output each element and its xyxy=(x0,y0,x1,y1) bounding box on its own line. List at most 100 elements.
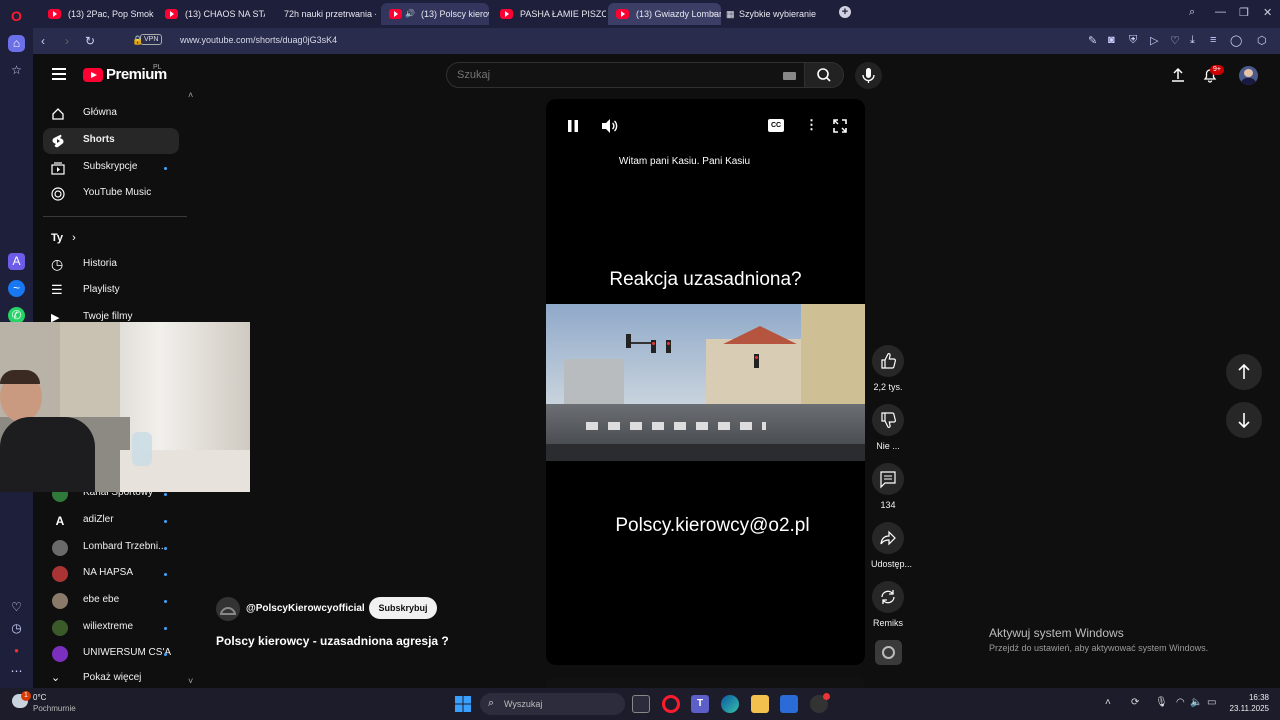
opera-taskbar-icon[interactable] xyxy=(662,695,680,713)
weather-temp[interactable]: 0°C xyxy=(33,693,46,702)
tab-5[interactable]: PASHA ŁAMIE PISZCZEL! 🧯 xyxy=(492,3,606,25)
search-tabs-icon[interactable]: ⌕ xyxy=(1189,6,1195,19)
profile-icon[interactable]: ◯ xyxy=(1230,34,1242,47)
sidebar-item-history[interactable]: ◷ Historia xyxy=(43,252,179,278)
more-icon[interactable]: ⋯ xyxy=(8,663,25,680)
edge-icon[interactable] xyxy=(721,695,739,713)
menu-icon[interactable] xyxy=(52,68,66,80)
avatar[interactable] xyxy=(1239,66,1258,85)
edit-icon[interactable]: ✎ xyxy=(1088,34,1097,47)
app-icon[interactable] xyxy=(810,693,830,713)
sidebar-item-home[interactable]: Główna xyxy=(43,101,179,127)
download-icon[interactable]: ⤓ xyxy=(1190,34,1195,47)
new-content-dot xyxy=(164,493,167,496)
like-button[interactable]: 2,2 tys. xyxy=(871,345,905,392)
file-explorer-icon[interactable] xyxy=(751,695,769,713)
captions-button[interactable]: CC xyxy=(768,119,784,132)
favorite-icon[interactable]: ♡ xyxy=(1170,34,1180,47)
previous-short-button[interactable] xyxy=(1226,354,1262,390)
teams-icon[interactable]: T xyxy=(691,695,709,713)
tab-3[interactable]: 72h nauki przetrwania - cz xyxy=(268,3,376,25)
new-content-dot xyxy=(164,653,167,656)
channel-name[interactable]: @PolscyKierowcyofficial xyxy=(246,603,365,614)
store-icon[interactable] xyxy=(780,695,798,713)
close-window-icon[interactable]: ✕ xyxy=(1263,6,1272,19)
dislike-button[interactable]: Nie ... xyxy=(871,404,905,451)
maximize-icon[interactable]: ❐ xyxy=(1239,6,1249,19)
menu-icon[interactable]: ≡ xyxy=(1210,34,1216,46)
remix-button[interactable]: Remiks xyxy=(871,581,905,628)
volume-button[interactable] xyxy=(601,118,619,139)
clock-date[interactable]: 23.11.2025 xyxy=(1222,704,1269,713)
reload-icon[interactable]: ↻ xyxy=(85,34,95,48)
messenger-icon[interactable]: ~ xyxy=(8,280,25,297)
notifications-button[interactable]: 9+ xyxy=(1202,65,1224,88)
shield-icon[interactable]: ⛨ xyxy=(1129,34,1137,47)
vpn-badge[interactable]: VPN xyxy=(140,34,163,45)
forward-icon[interactable]: › xyxy=(65,34,69,48)
tab-4-active[interactable]: 🔊 (13) Polscy kierowcy - xyxy=(381,3,489,25)
weather-desc[interactable]: Pochmurnie xyxy=(33,704,76,713)
speaker-icon[interactable]: 🔈 xyxy=(1190,697,1202,708)
windows-start-icon[interactable] xyxy=(454,695,472,713)
fullscreen-button[interactable] xyxy=(833,119,847,138)
pause-button[interactable] xyxy=(567,119,579,138)
sidebar-item-channel[interactable]: NA HAPSA xyxy=(43,561,179,587)
new-tab-button[interactable]: + xyxy=(839,6,851,18)
sidebar-item-channel[interactable]: A adiZler xyxy=(43,508,179,534)
subscribe-button[interactable]: Subskrybuj xyxy=(369,597,437,619)
comments-button[interactable]: 134 xyxy=(871,463,905,510)
url-field[interactable]: www.youtube.com/shorts/duag0jG3sK4 xyxy=(180,35,337,45)
history-icon[interactable]: ◷ xyxy=(8,620,25,637)
task-view-icon[interactable] xyxy=(632,695,650,713)
sidebar-item-subscriptions[interactable]: Subskrypcje xyxy=(43,155,179,181)
mic-tray-icon[interactable]: 🎙 xyxy=(1155,697,1168,708)
sidebar-show-more[interactable]: ⌄ Pokaż więcej xyxy=(43,668,179,688)
camera-icon[interactable]: ◙ xyxy=(1108,34,1115,46)
star-icon[interactable]: ☆ xyxy=(8,62,25,79)
taskbar-search[interactable]: ⌕ Wyszukaj xyxy=(480,693,625,715)
tab-speed-dial[interactable]: ▦ Szybkie wybieranie xyxy=(721,3,831,25)
sidebar-item-shorts[interactable]: Shorts xyxy=(43,128,179,154)
channel-avatar[interactable] xyxy=(216,597,240,621)
next-short-button[interactable] xyxy=(1226,402,1262,438)
home-icon[interactable]: ⌂ xyxy=(8,35,25,52)
video-title[interactable]: Polscy kierowcy - uzasadniona agresja ? xyxy=(216,634,449,648)
heart-icon[interactable]: ♡ xyxy=(8,599,25,616)
wifi-icon[interactable]: ◠ xyxy=(1176,697,1185,708)
tab-6[interactable]: (13) Gwiazdy Lombard × xyxy=(608,3,721,25)
create-button[interactable] xyxy=(1170,67,1186,88)
tab-2[interactable]: (13) CHAOS NA STARCIE, N xyxy=(157,3,265,25)
sidebar-item-channel[interactable]: wiliextreme xyxy=(43,615,179,641)
keyboard-icon[interactable] xyxy=(783,72,796,80)
search-button[interactable] xyxy=(804,62,844,88)
show-hidden-icons[interactable]: ˄ xyxy=(1105,697,1111,708)
sidebar-item-channel[interactable]: Lombard Trzebni... xyxy=(43,535,179,561)
share-button[interactable]: Udostęp... xyxy=(871,522,912,569)
thumbs-down-icon xyxy=(881,412,896,428)
sidebar-you-header[interactable]: Ty › xyxy=(51,232,76,244)
more-options-icon[interactable]: ⋮ xyxy=(805,117,818,133)
sidebar-scroll-down-icon[interactable]: ˅ xyxy=(188,676,193,686)
voice-search-button[interactable] xyxy=(855,62,882,89)
sidebar-item-playlists[interactable]: ☰ Playlisty xyxy=(43,278,179,304)
player-icon[interactable]: ▷ xyxy=(1150,34,1158,47)
minimize-icon[interactable]: — xyxy=(1215,6,1226,18)
opera-logo-icon[interactable]: O xyxy=(8,8,25,25)
sidebar-item-channel[interactable]: ebe ebe xyxy=(43,588,179,614)
ublock-icon[interactable]: ● xyxy=(8,642,25,659)
close-tab-icon[interactable]: × xyxy=(711,3,716,25)
sound-thumbnail[interactable] xyxy=(875,640,902,665)
shorts-player[interactable]: CC ⋮ Witam pani Kasiu. Pani Kasiu Reakcj… xyxy=(546,99,865,665)
sidebar-item-youtube-music[interactable]: YouTube Music xyxy=(43,181,179,207)
battery-icon[interactable]: ▭ xyxy=(1207,697,1216,708)
easy-setup-icon[interactable]: ⬡ xyxy=(1257,34,1267,47)
clock-time[interactable]: 16:38 xyxy=(1233,693,1269,702)
sync-icon[interactable]: ⟳ xyxy=(1131,697,1139,708)
sidebar-scroll-up-icon[interactable]: ˄ xyxy=(188,90,193,100)
back-icon[interactable]: ‹ xyxy=(41,34,45,48)
tab-1[interactable]: (13) 2Pac, Pop Smoke - W xyxy=(40,3,154,25)
aria-icon[interactable]: A xyxy=(8,253,25,270)
sidebar-item-channel[interactable]: UNIWERSUM CS'A xyxy=(43,641,179,667)
search-input[interactable] xyxy=(457,63,757,87)
